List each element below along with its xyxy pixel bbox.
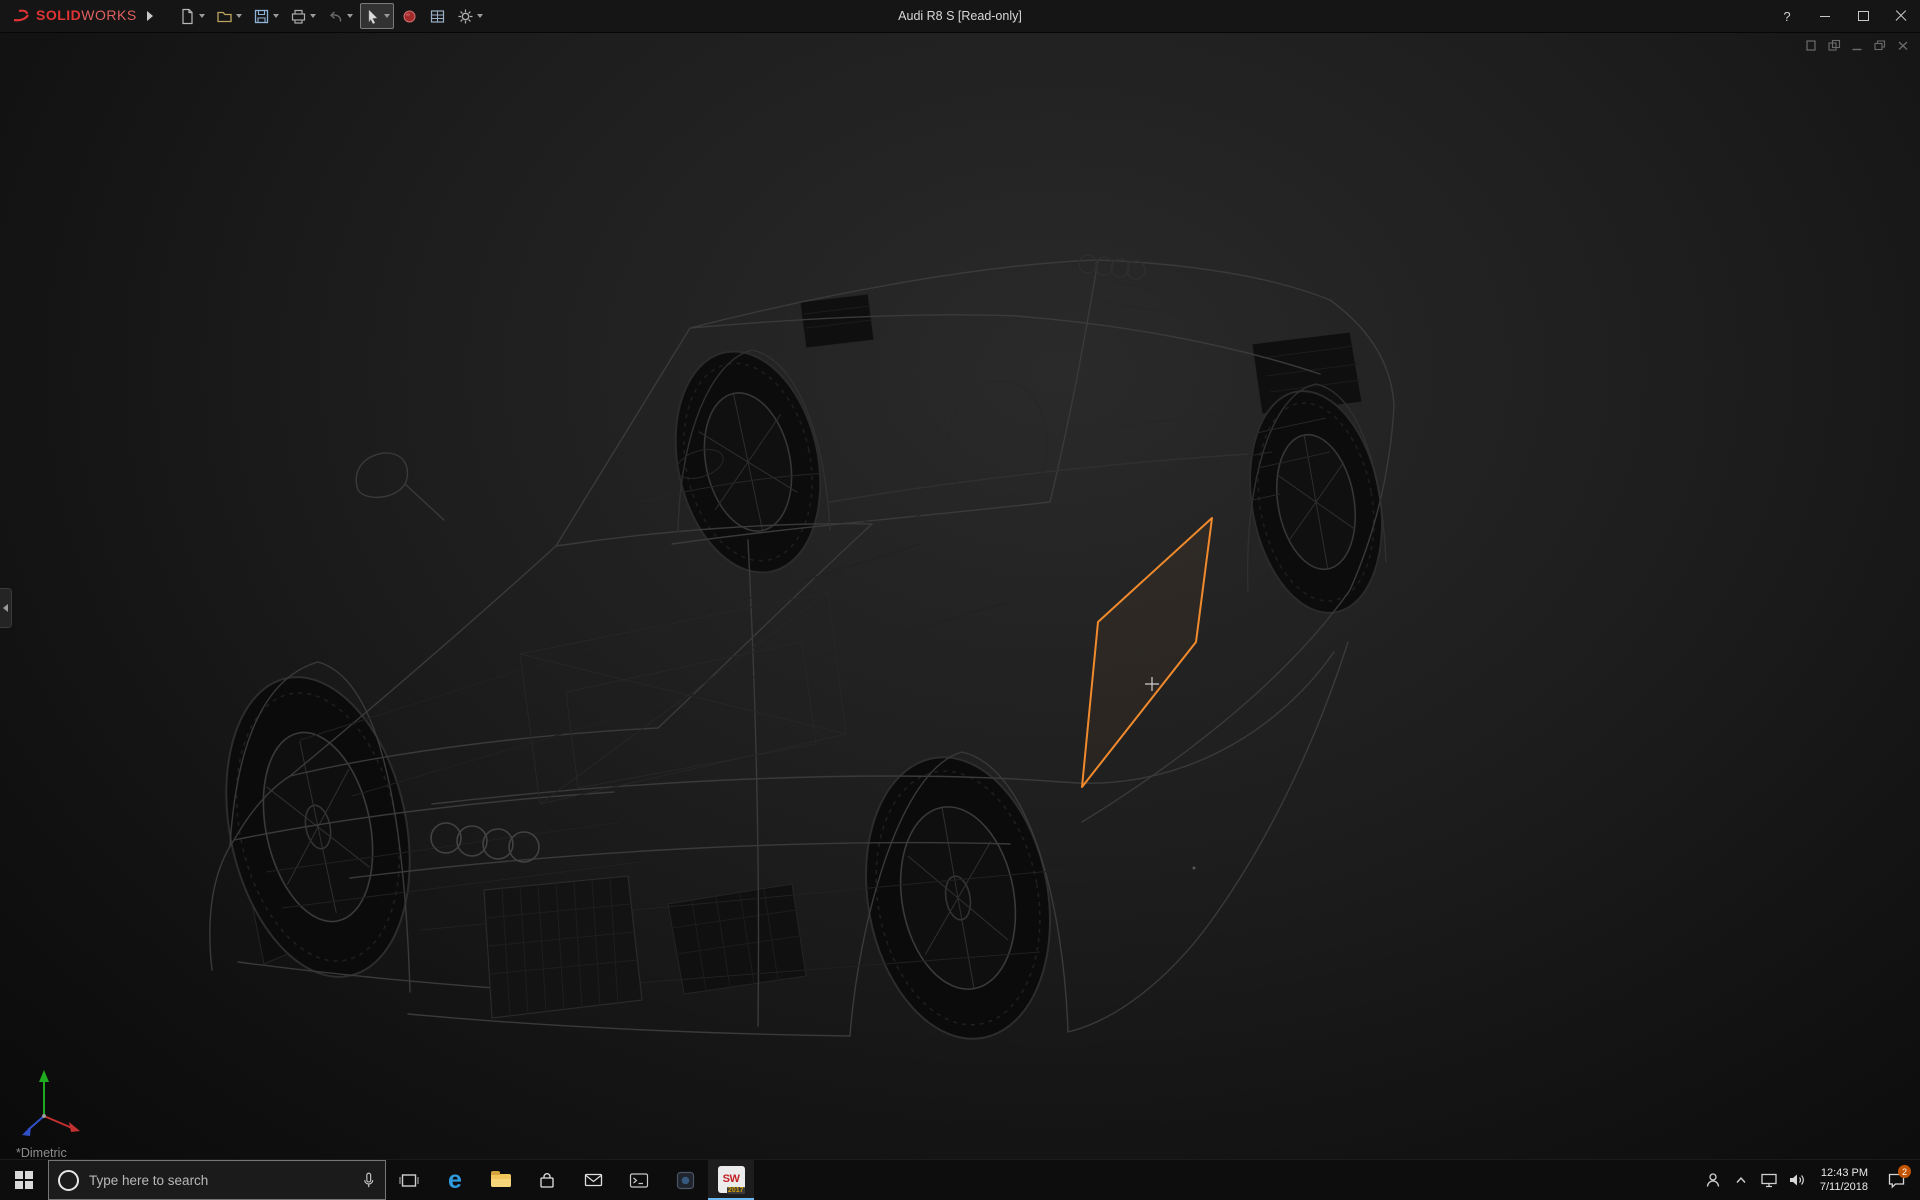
windows-logo-icon — [15, 1171, 33, 1189]
file-explorer-button[interactable] — [478, 1160, 524, 1200]
orientation-triad — [6, 1056, 96, 1146]
people-icon — [1704, 1171, 1722, 1189]
solidworks-year-badge: 2017 — [727, 1187, 745, 1194]
command-prompt-button[interactable] — [616, 1160, 662, 1200]
panel-collapse-tab[interactable] — [0, 588, 12, 628]
chevron-up-icon — [1734, 1174, 1748, 1186]
3d-model-view[interactable] — [0, 32, 1920, 1160]
quick-access-toolbar — [175, 3, 487, 29]
people-button[interactable] — [1700, 1160, 1726, 1200]
titlebar: SOLIDWORKS — [0, 0, 1920, 33]
open-button[interactable] — [212, 3, 246, 29]
graphics-area[interactable]: *Dimetric — [0, 32, 1920, 1160]
mail-envelope-icon — [584, 1173, 603, 1187]
clock[interactable]: 12:43 PM 7/11/2018 — [1812, 1166, 1876, 1194]
solidworks-logo: SOLIDWORKS — [0, 7, 137, 25]
speaker-icon — [1788, 1172, 1806, 1188]
task-view-button[interactable] — [386, 1160, 432, 1200]
solidworks-taskbar-button[interactable]: SW 2017 — [708, 1160, 754, 1200]
solidworks-glyph: SW — [723, 1173, 740, 1185]
action-center-button[interactable]: 2 — [1878, 1160, 1914, 1200]
store-bag-icon — [538, 1172, 556, 1189]
chevron-down-icon[interactable] — [384, 14, 390, 18]
clock-date: 7/11/2018 — [1820, 1180, 1868, 1194]
help-button[interactable]: ? — [1768, 0, 1806, 32]
new-document-button[interactable] — [175, 3, 209, 29]
microphone-icon[interactable] — [361, 1171, 376, 1190]
options-button[interactable] — [453, 3, 487, 29]
ds-logo-icon — [10, 8, 32, 24]
doc-restore-icon[interactable] — [1873, 39, 1887, 52]
doc-minimize-icon[interactable] — [1850, 39, 1864, 52]
save-button[interactable] — [249, 3, 283, 29]
screen: SOLIDWORKS — [0, 0, 1920, 1200]
file-explorer-icon — [491, 1174, 511, 1187]
open-icon — [216, 8, 233, 25]
network-button[interactable] — [1756, 1160, 1782, 1200]
window-controls: ? — [1768, 0, 1920, 32]
media-app-icon — [676, 1171, 695, 1190]
select-arrow-icon — [364, 8, 381, 25]
minimize-icon — [1820, 16, 1830, 17]
rebuild-icon — [401, 8, 418, 25]
logo-text-light: WORKS — [81, 7, 136, 23]
wireframe-car-model — [200, 255, 1398, 1053]
edge-icon: e — [448, 1168, 462, 1193]
taskbar-search[interactable] — [48, 1160, 386, 1200]
undo-button[interactable] — [323, 3, 357, 29]
edge-button[interactable]: e — [432, 1160, 478, 1200]
tile-windows-icon[interactable] — [1827, 39, 1841, 52]
new-document-icon — [179, 8, 196, 25]
chevron-left-icon — [3, 604, 8, 612]
chevron-down-icon[interactable] — [477, 14, 483, 18]
file-properties-icon — [429, 8, 446, 25]
save-icon — [253, 8, 270, 25]
document-window-controls — [1804, 39, 1910, 52]
clock-time: 12:43 PM — [1821, 1166, 1868, 1180]
maximize-button[interactable] — [1844, 0, 1882, 32]
volume-button[interactable] — [1784, 1160, 1810, 1200]
close-button[interactable] — [1882, 0, 1920, 32]
chevron-down-icon[interactable] — [347, 14, 353, 18]
media-app-button[interactable] — [662, 1160, 708, 1200]
minimize-button[interactable] — [1806, 0, 1844, 32]
undo-icon — [327, 8, 344, 25]
doc-window-icon[interactable] — [1804, 39, 1818, 52]
hidden-icons-button[interactable] — [1728, 1160, 1754, 1200]
print-button[interactable] — [286, 3, 320, 29]
select-tool-button[interactable] — [360, 3, 394, 29]
document-title: Audi R8 S [Read-only] — [898, 0, 1022, 32]
chevron-down-icon[interactable] — [236, 14, 242, 18]
maximize-icon — [1858, 11, 1869, 21]
start-button[interactable] — [0, 1160, 48, 1200]
command-prompt-icon — [629, 1172, 649, 1189]
network-icon — [1760, 1172, 1778, 1188]
view-orientation-label: *Dimetric — [16, 1146, 67, 1160]
chevron-down-icon[interactable] — [310, 14, 316, 18]
doc-close-icon[interactable] — [1896, 39, 1910, 52]
taskbar: e — [0, 1159, 1920, 1200]
search-input[interactable] — [87, 1172, 353, 1189]
rebuild-button[interactable] — [397, 3, 422, 29]
file-properties-button[interactable] — [425, 3, 450, 29]
menu-flyout-icon[interactable] — [147, 11, 153, 21]
notification-badge: 2 — [1898, 1165, 1911, 1178]
task-view-icon — [399, 1173, 419, 1188]
gear-icon — [457, 8, 474, 25]
cortana-icon — [58, 1170, 79, 1191]
solidworks-app-icon: SW 2017 — [718, 1166, 745, 1193]
chevron-down-icon[interactable] — [199, 14, 205, 18]
print-icon — [290, 8, 307, 25]
chevron-down-icon[interactable] — [273, 14, 279, 18]
system-tray: 12:43 PM 7/11/2018 2 — [1700, 1160, 1920, 1200]
logo-text-bold: SOLID — [36, 7, 81, 23]
help-label: ? — [1783, 9, 1790, 24]
store-button[interactable] — [524, 1160, 570, 1200]
close-icon — [1895, 10, 1907, 22]
mail-button[interactable] — [570, 1160, 616, 1200]
